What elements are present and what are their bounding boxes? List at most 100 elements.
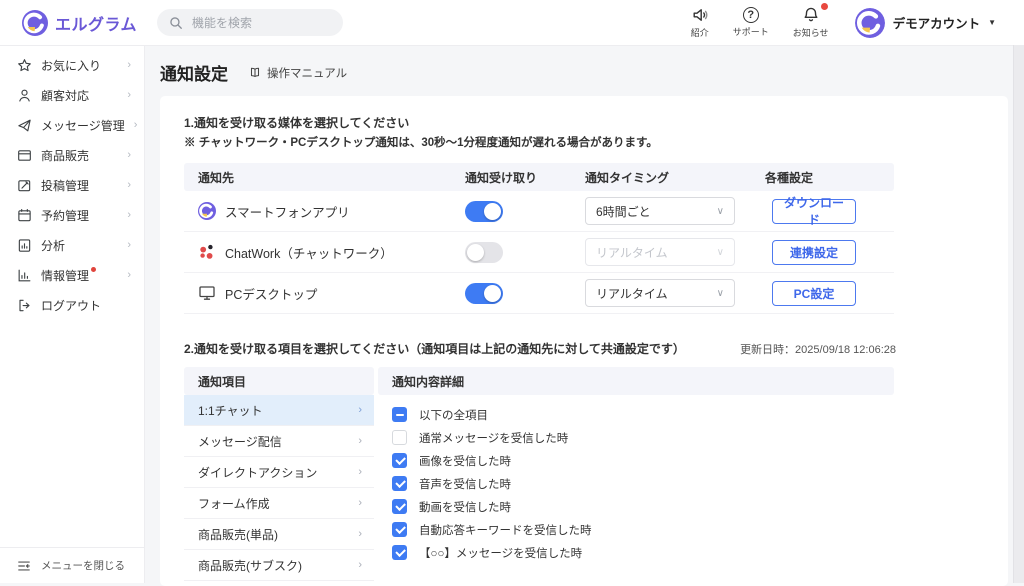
chatwork-icon xyxy=(198,243,216,261)
select-value: リアルタイム xyxy=(596,244,668,261)
support-label: サポート xyxy=(733,25,769,38)
smartphone-timing-select[interactable]: 6時間ごと ∨ xyxy=(585,197,735,225)
sidebar-item-product-sales[interactable]: 商品販売 › xyxy=(0,140,144,170)
person-icon xyxy=(17,88,32,103)
sidebar-item-label: お気に入り xyxy=(41,57,118,74)
category-system-notification[interactable]: システム通知 › xyxy=(184,581,374,586)
app-logo[interactable]: エルグラム xyxy=(0,10,145,36)
column-header: 通知内容詳細 xyxy=(378,367,894,395)
sidebar-item-logout[interactable]: ログアウト xyxy=(0,290,144,320)
account-name: デモアカウント xyxy=(893,13,981,32)
edit-icon xyxy=(17,178,32,193)
chevron-right-icon: › xyxy=(127,209,131,221)
sidebar-item-information[interactable]: 情報管理 › xyxy=(0,260,144,290)
search-box[interactable] xyxy=(157,9,343,36)
media-name: スマートフォンアプリ xyxy=(225,202,350,221)
column-header: 通知先 xyxy=(184,169,465,186)
intro-button[interactable]: 紹介 xyxy=(691,6,709,39)
top-header: エルグラム 紹介 ? サポート xyxy=(0,0,1024,46)
sidebar-item-favorites[interactable]: お気に入り › xyxy=(0,50,144,80)
sidebar-item-customers[interactable]: 顧客対応 › xyxy=(0,80,144,110)
smartphone-notify-toggle[interactable] xyxy=(465,201,503,222)
category-message-delivery[interactable]: メッセージ配信 › xyxy=(184,426,374,457)
chevron-right-icon: › xyxy=(127,59,131,71)
detail-row-normal-message: 通常メッセージを受信した時 xyxy=(392,426,894,449)
chatwork-notify-toggle[interactable] xyxy=(465,242,503,263)
desktop-notify-toggle[interactable] xyxy=(465,283,503,304)
media-name: PCデスクトップ xyxy=(225,284,317,303)
detail-row-image: 画像を受信した時 xyxy=(392,449,894,472)
updated-timestamp: 更新日時：2025/09/18 12:06:28 xyxy=(740,341,896,357)
pc-settings-button[interactable]: PC設定 xyxy=(772,281,856,306)
checkbox-unchecked[interactable] xyxy=(392,430,407,445)
sidebar-item-label: 情報管理 xyxy=(41,267,118,284)
detail-checkbox-list: 以下の全項目 通常メッセージを受信した時 画像を受信した時 音声を受信した時 xyxy=(378,395,894,564)
integration-settings-button[interactable]: 連携設定 xyxy=(772,240,856,265)
sidebar-menu: お気に入り › 顧客対応 › メッセージ管理 › xyxy=(0,45,144,320)
items-table: 通知項目 1:1チャット › メッセージ配信 › ダイレクトアクション › フォ… xyxy=(184,367,894,586)
table-row-chatwork: ChatWork（チャットワーク） リアルタイム ∨ 連携設定 xyxy=(184,232,894,273)
desktop-icon xyxy=(198,284,216,302)
sidebar-item-label: 投稿管理 xyxy=(41,177,118,194)
toggle-knob xyxy=(484,203,501,220)
column-header: 通知タイミング xyxy=(585,169,765,186)
elgram-logo-icon xyxy=(22,10,48,36)
chevron-right-icon: › xyxy=(127,89,131,101)
close-menu-button[interactable]: メニューを閉じる xyxy=(0,547,144,583)
chevron-right-icon: › xyxy=(134,119,138,131)
collapse-menu-icon xyxy=(17,559,31,573)
search-input[interactable] xyxy=(190,15,331,31)
chevron-right-icon: › xyxy=(127,149,131,161)
category-product-subscription[interactable]: 商品販売(サブスク) › xyxy=(184,550,374,581)
chevron-right-icon: › xyxy=(358,497,362,509)
checkbox-label: 動画を受信した時 xyxy=(419,499,511,515)
checkbox-checked[interactable] xyxy=(392,453,407,468)
chevron-down-icon: ▼ xyxy=(988,18,996,27)
app-logo-text: エルグラム xyxy=(55,11,137,35)
section2-heading: 2.通知を受け取る項目を選択してください（通知項目は上記の通知先に対して共通設定… xyxy=(184,340,685,357)
notification-badge-dot xyxy=(821,3,828,10)
manual-link[interactable]: 操作マニュアル xyxy=(248,65,347,81)
chevron-right-icon: › xyxy=(358,435,362,447)
download-button[interactable]: ダウンロード xyxy=(772,199,856,224)
detail-row-video: 動画を受信した時 xyxy=(392,495,894,518)
checkbox-label: 音声を受信した時 xyxy=(419,476,511,492)
chevron-down-icon: ∨ xyxy=(717,288,724,299)
checkbox-checked[interactable] xyxy=(392,499,407,514)
checkbox-checked[interactable] xyxy=(392,545,407,560)
bar-chart-icon xyxy=(17,268,32,283)
sidebar-item-analysis[interactable]: 分析 › xyxy=(0,230,144,260)
category-label: ダイレクトアクション xyxy=(198,464,317,481)
chevron-down-icon: ∨ xyxy=(717,247,724,258)
analysis-icon xyxy=(17,238,32,253)
news-button[interactable]: お知らせ xyxy=(793,6,829,39)
category-1to1-chat[interactable]: 1:1チャット › xyxy=(184,395,374,426)
notification-items-column: 通知項目 1:1チャット › メッセージ配信 › ダイレクトアクション › フォ… xyxy=(184,367,374,586)
support-button[interactable]: ? サポート xyxy=(733,7,769,38)
category-form-creation[interactable]: フォーム作成 › xyxy=(184,488,374,519)
desktop-timing-select[interactable]: リアルタイム ∨ xyxy=(585,279,735,307)
checkbox-label: 自動応答キーワードを受信した時 xyxy=(419,522,592,538)
category-label: メッセージ配信 xyxy=(198,433,282,450)
sidebar-item-reservations[interactable]: 予約管理 › xyxy=(0,200,144,230)
checkbox-indeterminate[interactable] xyxy=(392,407,407,422)
media-table-header: 通知先 通知受け取り 通知タイミング 各種設定 xyxy=(184,163,894,191)
card-icon xyxy=(17,148,32,163)
category-direct-action[interactable]: ダイレクトアクション › xyxy=(184,457,374,488)
account-menu[interactable]: デモアカウント ▼ xyxy=(855,8,996,38)
avatar xyxy=(855,8,885,38)
send-icon xyxy=(17,118,32,133)
table-row-pc-desktop: PCデスクトップ リアルタイム ∨ PC設定 xyxy=(184,273,894,314)
sidebar-item-posts[interactable]: 投稿管理 › xyxy=(0,170,144,200)
category-product-single[interactable]: 商品販売(単品) › xyxy=(184,519,374,550)
checkbox-checked[interactable] xyxy=(392,476,407,491)
section1-note: ※ チャットワーク・PCデスクトップ通知は、30秒〜1分程度通知が遅れる場合があ… xyxy=(184,134,984,150)
page-title: 通知設定 xyxy=(160,60,228,85)
question-icon: ? xyxy=(743,7,759,23)
sidebar-item-label: 予約管理 xyxy=(41,207,118,224)
scrollbar-track[interactable] xyxy=(1013,45,1024,583)
sidebar-item-messages[interactable]: メッセージ管理 › xyxy=(0,110,144,140)
checkbox-checked[interactable] xyxy=(392,522,407,537)
news-label: お知らせ xyxy=(793,26,829,39)
chevron-right-icon: › xyxy=(358,466,362,478)
